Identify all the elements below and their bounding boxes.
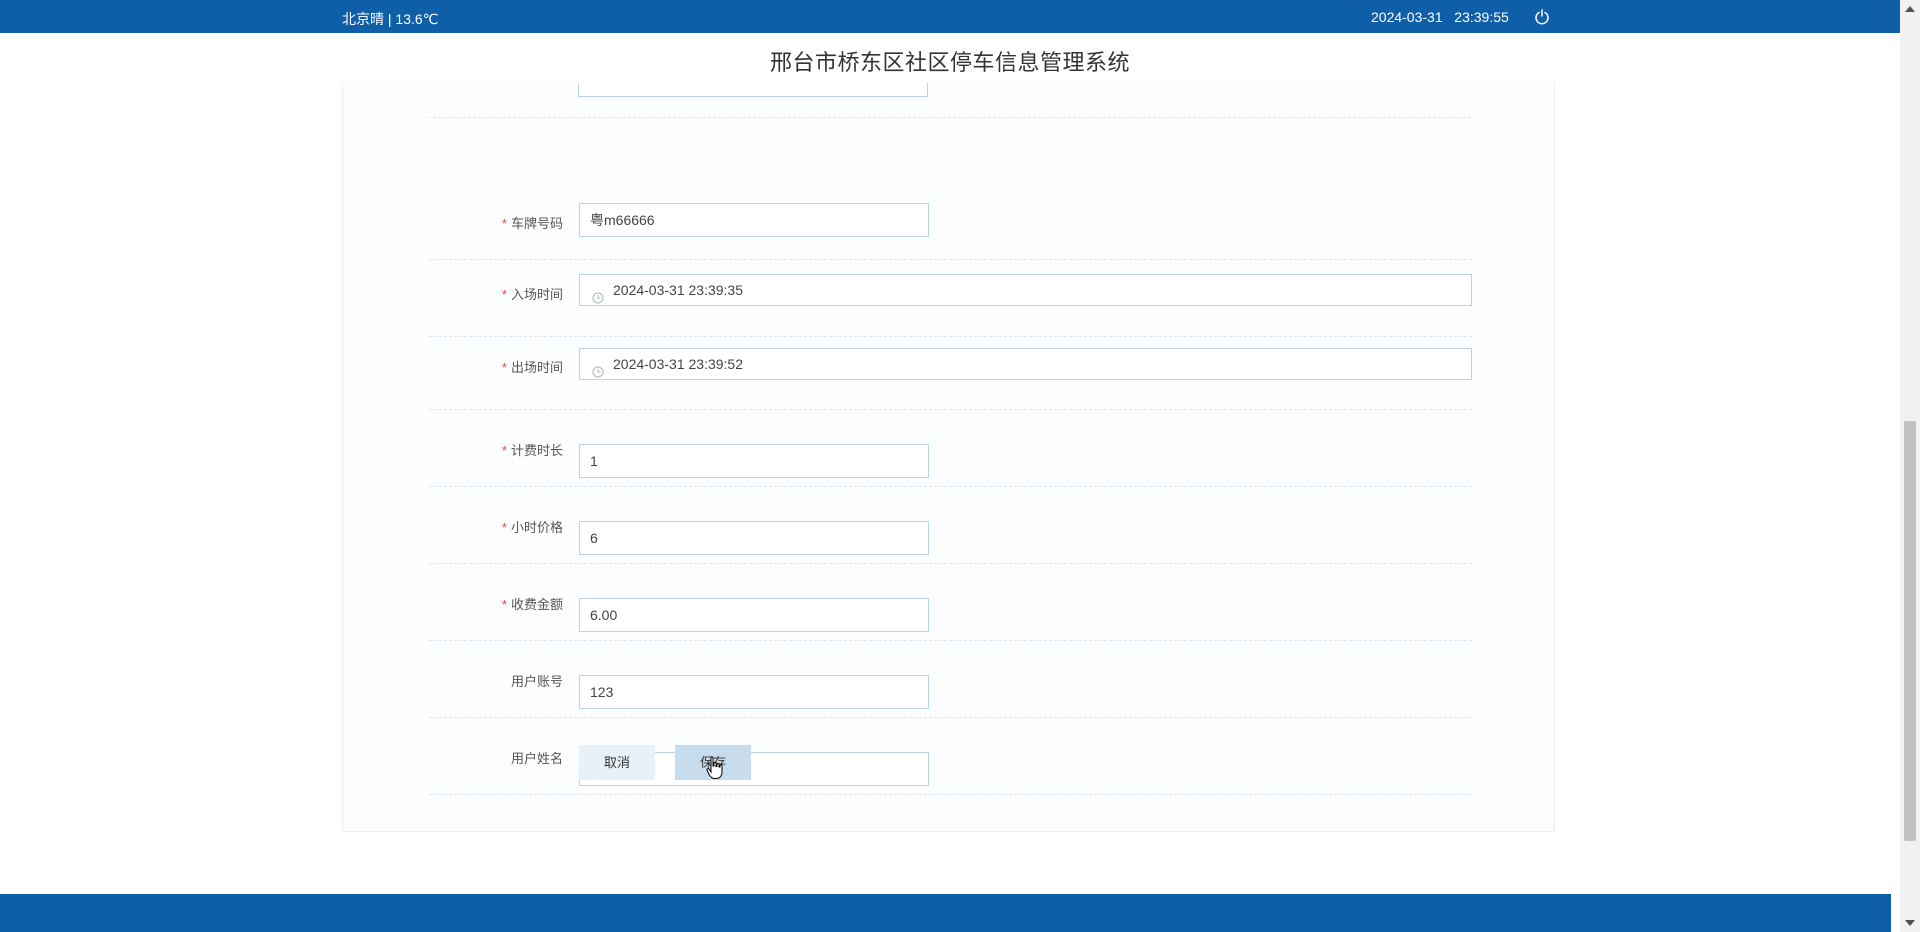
scrollbar-thumb[interactable]: [1904, 421, 1916, 841]
plate-number-input[interactable]: 粤m66666: [579, 203, 929, 237]
hand-cursor-icon: [706, 756, 724, 780]
page-header: 邢台市桥东区社区停车信息管理系统: [0, 33, 1900, 83]
power-icon[interactable]: [1533, 8, 1551, 26]
field-label: * 车牌号码: [501, 216, 563, 231]
hourly-price-input[interactable]: 6: [579, 521, 929, 555]
field-label: * 小时价格: [501, 520, 563, 535]
clock-icon: [592, 358, 604, 378]
user-account-input[interactable]: 123: [579, 675, 929, 709]
scroll-down-icon[interactable]: [1905, 920, 1915, 926]
exit-time-value: 2024-03-31 23:39:52: [613, 356, 743, 372]
form-row-plate: * 车牌号码 粤m66666: [429, 183, 1472, 260]
page-title: 邢台市桥东区社区停车信息管理系统: [769, 50, 1130, 75]
field-label: * 入场时间: [501, 287, 563, 302]
form-row-hourly-price: * 小时价格 6: [429, 487, 1472, 564]
page-scrollbar[interactable]: [1900, 0, 1920, 932]
weather-info: 北京晴 | 13.6℃: [342, 11, 439, 27]
charge-amount-input[interactable]: 6.00: [579, 598, 929, 632]
field-label: 用户账号: [510, 674, 563, 689]
form-card: * 车牌号码 粤m66666 * 入场时间 2024-03-31 23:39:35 …: [342, 83, 1555, 832]
current-datetime: 2024-03-31 23:39:55: [1371, 9, 1509, 25]
scrolled-field[interactable]: [578, 83, 928, 97]
exit-time-picker[interactable]: 2024-03-31 23:39:52: [579, 348, 1472, 380]
scroll-up-icon[interactable]: [1905, 6, 1915, 12]
billing-duration-input[interactable]: 1: [579, 444, 929, 478]
form-row-exit-time: * 出场时间 2024-03-31 23:39:52: [429, 337, 1472, 410]
form-row-duration: * 计费时长 1: [429, 410, 1472, 487]
form-row-entry-time: * 入场时间 2024-03-31 23:39:35: [429, 260, 1472, 337]
field-label: * 收费金额: [501, 597, 563, 612]
clock-icon: [592, 284, 604, 304]
cancel-button[interactable]: 取消: [579, 745, 655, 780]
entry-time-value: 2024-03-31 23:39:35: [613, 282, 743, 298]
field-label: 用户姓名: [510, 751, 563, 766]
footer-bar: [0, 894, 1891, 932]
top-bar: 北京晴 | 13.6℃ 2024-03-31 23:39:55: [0, 0, 1900, 33]
entry-time-picker[interactable]: 2024-03-31 23:39:35: [579, 274, 1472, 306]
form-row-user-account: 用户账号 123: [429, 641, 1472, 718]
field-label: * 计费时长: [501, 443, 563, 458]
field-label: * 出场时间: [501, 360, 563, 375]
row-divider: [428, 117, 1471, 118]
form-row-amount: * 收费金额 6.00: [429, 564, 1472, 641]
